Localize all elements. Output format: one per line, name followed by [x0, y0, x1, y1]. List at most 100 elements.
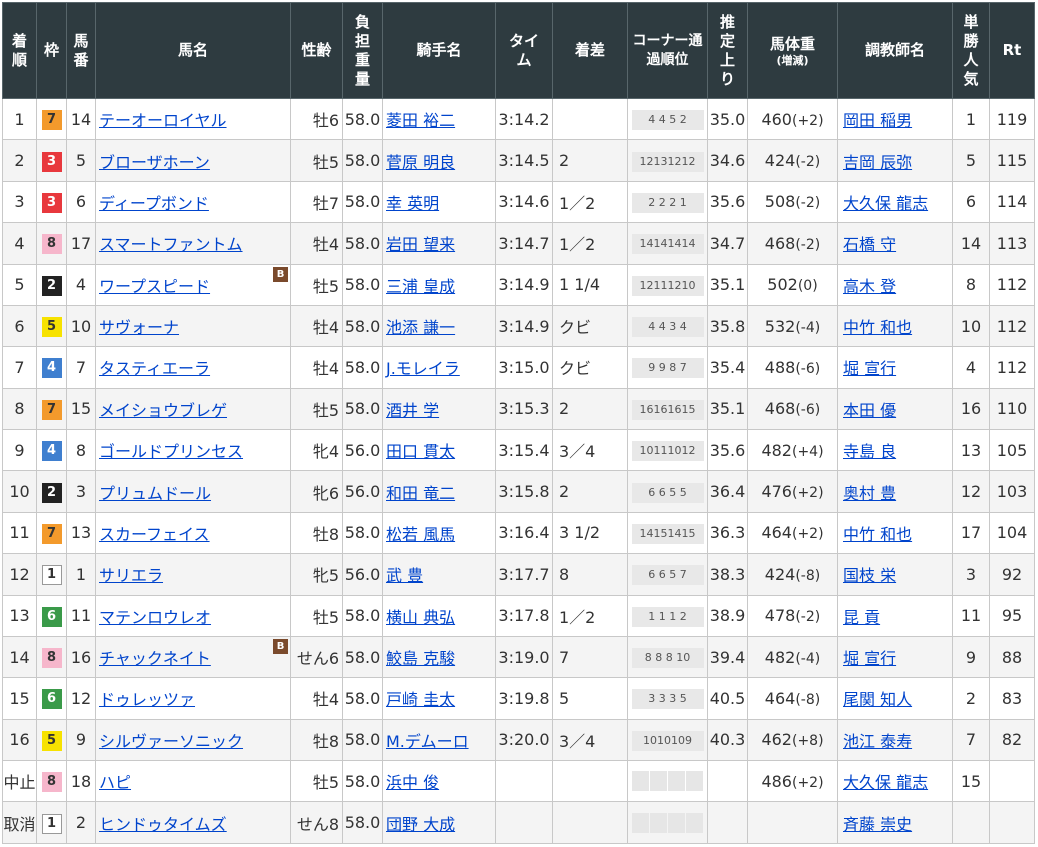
header-sex-age[interactable]: 性齢 — [290, 2, 343, 99]
body-weight-value: 482 — [761, 440, 792, 460]
trainer-link[interactable]: 堀 宣行 — [843, 359, 896, 378]
jockey-link[interactable]: 戸崎 圭太 — [386, 690, 455, 709]
cell-rank: 15 — [2, 677, 37, 720]
cell-popularity: 11 — [952, 594, 990, 637]
horse-name-link[interactable]: ハピ — [99, 773, 131, 792]
header-time[interactable]: タイム — [495, 2, 553, 99]
trainer-link[interactable]: 尾関 知人 — [843, 690, 912, 709]
header-margin[interactable]: 着差 — [552, 2, 628, 99]
horse-name-link[interactable]: メイショウブレゲ — [99, 401, 227, 420]
cell-time: 3:14.7 — [495, 222, 553, 265]
jockey-link[interactable]: 松若 風馬 — [386, 525, 455, 544]
header-body-weight[interactable]: 馬体重 (増減) — [747, 2, 838, 99]
cell-corner: 10111012 — [627, 428, 708, 472]
cell-horse-name: ヒンドゥタイムズ — [95, 801, 291, 844]
header-popularity[interactable]: 単勝人気 — [952, 2, 990, 99]
horse-name-link[interactable]: スマートファントム — [99, 235, 243, 254]
horse-name-link[interactable]: チャックネイト — [99, 649, 211, 668]
jockey-link[interactable]: 浜中 俊 — [386, 773, 439, 792]
jockey-link[interactable]: 和田 竜二 — [386, 484, 455, 503]
jockey-link[interactable]: 団野 大成 — [386, 815, 455, 834]
horse-name-link[interactable]: プリュムドール — [99, 484, 211, 503]
jockey-link[interactable]: 三浦 皇成 — [386, 277, 455, 296]
blinker-badge: B — [273, 638, 288, 654]
cell-rank: 7 — [2, 346, 37, 389]
trainer-link[interactable]: 昆 貢 — [843, 608, 880, 627]
body-weight-value: 508 — [764, 192, 796, 212]
horse-name-link[interactable]: テーオーロイヤル — [99, 111, 227, 130]
cell-rt: 82 — [989, 718, 1035, 762]
horse-name-link[interactable]: ワープスピード — [99, 277, 210, 296]
horse-name-link[interactable]: タスティエーラ — [99, 359, 210, 378]
body-weight-diff: (-2) — [795, 236, 821, 253]
trainer-link[interactable]: 岡田 稲男 — [843, 111, 912, 130]
trainer-link[interactable]: 高木 登 — [843, 277, 896, 296]
trainer-link[interactable]: 大久保 龍志 — [843, 773, 928, 792]
jockey-link[interactable]: 池添 謙一 — [386, 318, 455, 337]
horse-name-link[interactable]: ドゥレッツァ — [99, 690, 195, 709]
cell-jockey: 戸崎 圭太 — [382, 677, 496, 720]
header-rt[interactable]: Rt — [989, 2, 1035, 99]
trainer-link[interactable]: 中竹 和也 — [843, 525, 912, 544]
trainer-link[interactable]: 国枝 栄 — [843, 566, 896, 585]
jockey-link[interactable]: M.デムーロ — [386, 732, 469, 751]
header-last3f[interactable]: 推定上り — [707, 2, 748, 99]
cell-rt: 83 — [989, 677, 1035, 720]
header-waku[interactable]: 枠 — [36, 2, 67, 99]
horse-name-link[interactable]: ディープボンド — [99, 194, 209, 213]
horse-name-link[interactable]: シルヴァーソニック — [99, 732, 243, 751]
header-jockey[interactable]: 騎手名 — [382, 2, 496, 99]
trainer-link[interactable]: 中竹 和也 — [843, 318, 912, 337]
rank-value: 5 — [14, 275, 25, 295]
cell-umaban: 4 — [66, 263, 96, 306]
trainer-link[interactable]: 池江 泰寿 — [843, 732, 912, 751]
cell-popularity: 2 — [952, 677, 990, 720]
horse-name-link[interactable]: ゴールドプリンセス — [99, 442, 243, 461]
corner-empty — [686, 771, 703, 792]
jockey-link[interactable]: 武 豊 — [386, 566, 423, 585]
trainer-link[interactable]: 斉藤 崇史 — [843, 815, 912, 834]
header-umaban[interactable]: 馬番 — [66, 2, 96, 99]
corner-empty — [632, 812, 649, 833]
horse-name-link[interactable]: サヴォーナ — [99, 318, 179, 337]
header-horse-name[interactable]: 馬名 — [95, 2, 291, 99]
trainer-link[interactable]: 大久保 龍志 — [843, 194, 928, 213]
trainer-link[interactable]: 奥村 豊 — [843, 484, 896, 503]
cell-weight: 58.0 — [342, 97, 383, 141]
jockey-link[interactable]: J.モレイラ — [386, 359, 460, 378]
jockey-link[interactable]: 幸 英明 — [386, 194, 439, 213]
horse-name-link[interactable]: サリエラ — [99, 566, 163, 585]
header-trainer[interactable]: 調教師名 — [837, 2, 953, 99]
trainer-link[interactable]: 寺島 良 — [843, 442, 896, 461]
cell-weight: 58.0 — [342, 180, 383, 224]
cell-weight: 56.0 — [342, 470, 383, 513]
header-weight[interactable]: 負担重量 — [342, 2, 383, 99]
header-rank[interactable]: 着順 — [2, 2, 37, 99]
cell-last3f: 35.1 — [707, 263, 748, 306]
rank-value: 16 — [9, 730, 30, 750]
jockey-link[interactable]: 酒井 学 — [386, 401, 439, 420]
body-weight-diff: (-2) — [795, 609, 821, 626]
cell-weight: 58.0 — [342, 801, 383, 844]
cell-corner — [627, 759, 708, 803]
header-corner[interactable]: コーナー通過順位 — [627, 2, 708, 99]
cell-body-weight: 482(-4) — [747, 635, 838, 679]
trainer-link[interactable]: 吉岡 辰弥 — [843, 153, 912, 172]
horse-name-link[interactable]: ブローザホーン — [99, 153, 210, 172]
trainer-link[interactable]: 石橋 守 — [843, 235, 896, 254]
jockey-link[interactable]: 岩田 望来 — [386, 235, 455, 254]
trainer-link[interactable]: 本田 優 — [843, 401, 896, 420]
horse-name-link[interactable]: スカーフェイス — [99, 525, 210, 544]
cell-time: 3:17.7 — [495, 553, 553, 596]
jockey-link[interactable]: 鮫島 克駿 — [386, 649, 455, 668]
horse-name-link[interactable]: マテンロウレオ — [99, 608, 211, 627]
jockey-link[interactable]: 田口 貫太 — [386, 442, 455, 461]
horse-name-link[interactable]: ヒンドゥタイムズ — [99, 815, 227, 834]
trainer-link[interactable]: 堀 宣行 — [843, 649, 896, 668]
jockey-link[interactable]: 菱田 裕二 — [386, 111, 455, 130]
cell-weight: 58.0 — [342, 222, 383, 265]
jockey-link[interactable]: 菅原 明良 — [386, 153, 455, 172]
jockey-link[interactable]: 横山 典弘 — [386, 608, 455, 627]
cell-time: 3:20.0 — [495, 718, 553, 762]
cell-jockey: 幸 英明 — [382, 180, 496, 224]
